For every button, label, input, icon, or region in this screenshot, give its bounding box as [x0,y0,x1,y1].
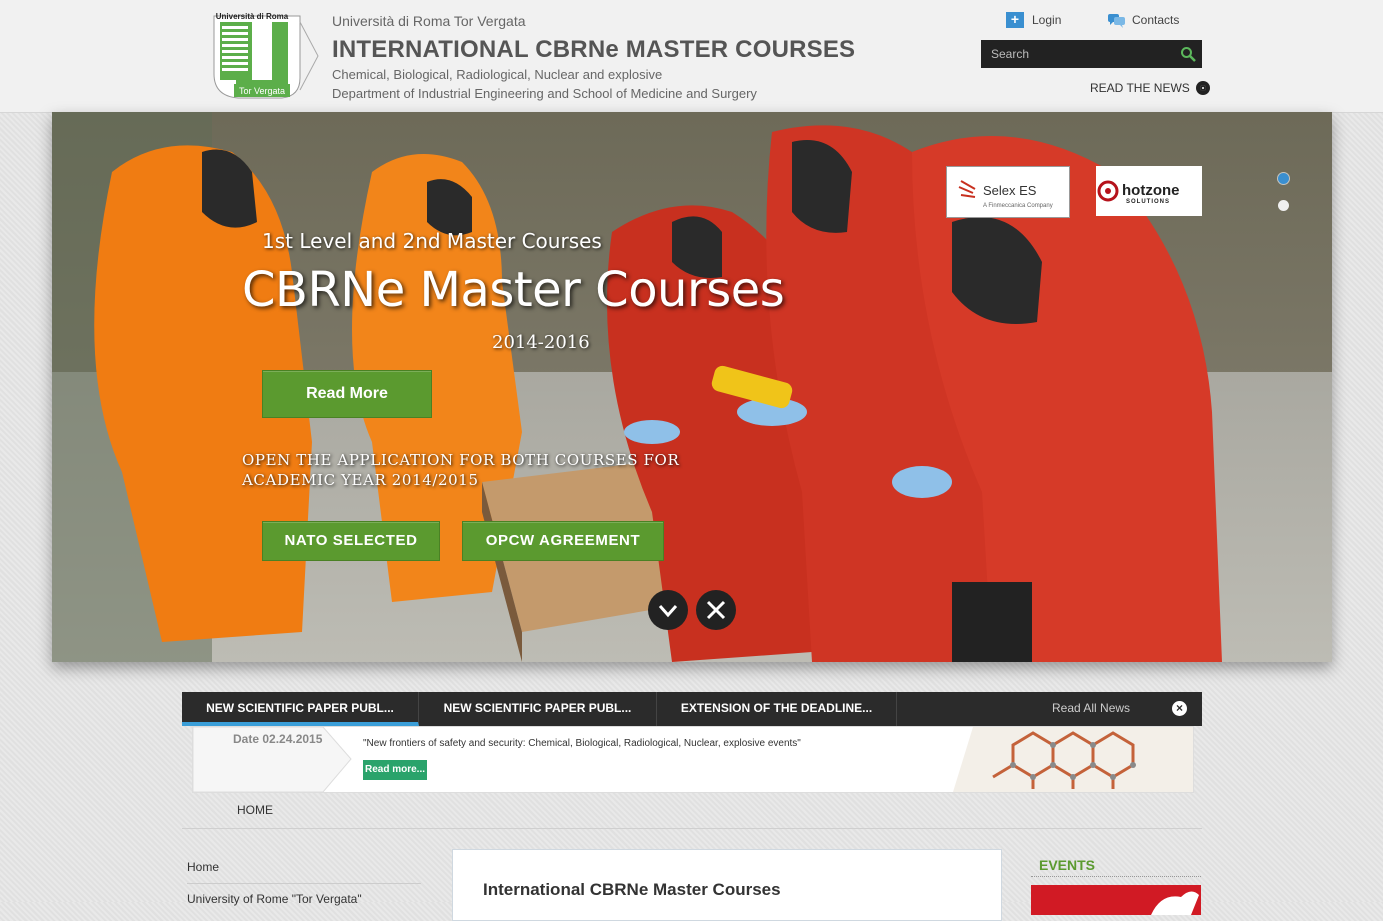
hero-subtitle: 1st Level and 2nd Master Courses [262,229,602,253]
close-icon [706,600,726,620]
department-line: Department of Industrial Engineering and… [332,86,757,101]
site-subtitle: Chemical, Biological, Radiological, Nucl… [332,67,663,82]
eye-icon [1195,81,1210,95]
news-read-more-button[interactable]: Read more... [363,760,427,780]
slider-dot-2[interactable] [1278,200,1289,211]
chevron-down-icon [658,605,678,618]
selex-es-logo[interactable]: Selex ES A Finmeccanica Company [946,166,1070,218]
slider-dot-1[interactable] [1278,173,1289,184]
scroll-down-button[interactable] [648,590,688,630]
login-label: Login [1032,13,1062,27]
site-header: Tor Vergata Università di Roma Universit… [0,0,1383,113]
search-input[interactable] [981,40,1171,68]
logo-text-bottom: Tor Vergata [239,86,285,96]
logo-text-top: Università di Roma [216,12,289,21]
contacts-link[interactable]: Contacts [1108,12,1179,28]
chat-bubbles-icon [1108,14,1125,28]
sidebar-item-university[interactable]: University of Rome "Tor Vergata" [187,892,362,906]
read-news-label: READ THE NEWS [1090,81,1190,95]
hero-application-notice: OPEN THE APPLICATION FOR BOTH COURSES FO… [242,451,680,489]
news-thumbnail-image [953,727,1193,792]
event-banner-graphic [1151,891,1199,915]
university-name: Università di Roma Tor Vergata [332,13,526,29]
events-heading: EVENTS [1039,857,1096,873]
selex-es-logo-graphic: Selex ES A Finmeccanica Company [958,180,1053,209]
events-divider [1031,876,1201,877]
search-icon[interactable] [1180,46,1196,62]
selex-tagline: A Finmeccanica Company [983,203,1053,209]
sidebar-divider [187,883,421,884]
event-thumbnail[interactable] [1031,885,1201,915]
news-tab-3[interactable]: EXTENSION OF THE DEADLINE... [657,692,897,726]
hotzone-logo-graphic: hotzone SOLUTIONS [1097,180,1180,205]
login-link[interactable]: + Login [1006,12,1061,28]
hero-slider: 1st Level and 2nd Master Courses CBRNe M… [52,112,1332,662]
close-slider-button[interactable] [696,590,736,630]
news-ticker-bar: NEW SCIENTIFIC PAPER PUBL... NEW SCIENTI… [182,692,1202,726]
news-tab-1[interactable]: NEW SCIENTIFIC PAPER PUBL... [182,692,419,726]
hotzone-name: hotzone [1122,182,1180,199]
hotzone-tagline: SOLUTIONS [1126,199,1170,205]
hero-read-more-button[interactable]: Read More [262,370,432,418]
contacts-label: Contacts [1132,13,1180,27]
plus-icon: + [1006,12,1024,28]
sidebar-item-home[interactable]: Home [187,860,219,874]
search-box [981,40,1202,68]
nato-selected-button[interactable]: NATO SELECTED [262,521,440,561]
news-excerpt: "New frontiers of safety and security: C… [363,738,801,749]
opcw-agreement-button[interactable]: OPCW AGREEMENT [462,521,664,561]
main-content-panel: International CBRNe Master Courses [452,849,1002,921]
hotzone-solutions-logo[interactable]: hotzone SOLUTIONS [1096,166,1202,216]
selex-name: Selex ES [983,183,1037,198]
hero-years: 2014-2016 [492,332,590,353]
hero-title: CBRNe Master Courses [242,262,785,318]
site-title[interactable]: INTERNATIONAL CBRNe MASTER COURSES [332,36,855,64]
news-date: Date 02.24.2015 [233,732,323,746]
read-the-news-link[interactable]: READ THE NEWS [1090,81,1210,95]
news-panel: Date 02.24.2015 "New frontiers of safety… [192,726,1194,793]
news-tab-2[interactable]: NEW SCIENTIFIC PAPER PUBL... [419,692,657,726]
breadcrumb: HOME [182,795,1202,829]
read-all-news-link[interactable]: Read All News [1052,692,1130,724]
page-title: International CBRNe Master Courses [483,880,781,899]
university-logo[interactable]: Tor Vergata Università di Roma [208,8,320,100]
breadcrumb-home[interactable]: HOME [237,803,273,817]
close-news-icon[interactable]: × [1172,701,1187,716]
